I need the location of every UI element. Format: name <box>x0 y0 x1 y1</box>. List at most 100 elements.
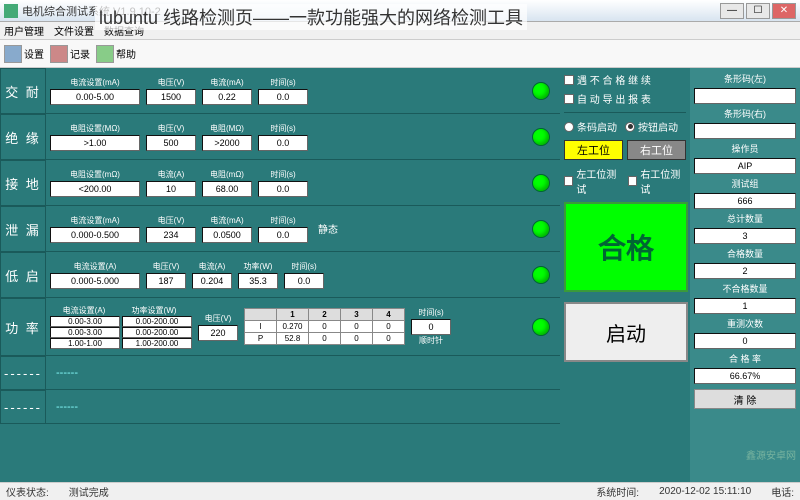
total-count <box>694 228 796 244</box>
test-labels-column: 交 耐 绝 缘 接 地 泄 漏 低 启 功 率 ------ ------ <box>0 68 46 482</box>
label-low-start: 低 启 <box>0 252 46 298</box>
maximize-button[interactable]: ☐ <box>746 3 770 19</box>
fail-count <box>694 298 796 314</box>
r6-i1: 0.270 <box>277 321 309 333</box>
app-icon <box>4 4 18 18</box>
status-state: 测试完成 <box>69 484 109 499</box>
radio-button[interactable]: 按钮启动 <box>625 119 678 134</box>
r1-volt[interactable] <box>146 89 196 105</box>
r6-s1b[interactable] <box>122 316 192 327</box>
r3-res[interactable] <box>202 181 252 197</box>
label-ac-withstand: 交 耐 <box>0 68 46 114</box>
r3-curr[interactable] <box>146 181 196 197</box>
barcode-left-input[interactable] <box>694 88 796 104</box>
r1-led <box>532 82 550 100</box>
status-state-lbl: 仪表状态: <box>6 484 49 499</box>
r4-volt-lbl: 电压(V) <box>158 215 185 226</box>
r6-s2b[interactable] <box>122 327 192 338</box>
menu-file[interactable]: 文件设置 <box>54 23 94 38</box>
settings-icon[interactable] <box>4 45 22 63</box>
r3-resset[interactable] <box>50 181 140 197</box>
radio-icon[interactable] <box>625 122 635 132</box>
r5-curr[interactable] <box>192 273 232 289</box>
r1-currset[interactable] <box>50 89 140 105</box>
r6-s3b[interactable] <box>122 338 192 349</box>
r4-led <box>532 220 550 238</box>
r2-resset[interactable] <box>50 135 140 151</box>
r1-volt-lbl: 电压(V) <box>158 77 185 88</box>
r5-time[interactable] <box>284 273 324 289</box>
tot-lbl: 总计数量 <box>694 212 796 225</box>
r2-resset-lbl: 电阻设置(MΩ) <box>70 123 120 134</box>
radio-barcode[interactable]: 条码启动 <box>564 119 617 134</box>
right-column: 遇 不 合 格 继 续 自 动 导 出 报 表 条码启动 按钮启动 左工位 右工… <box>560 68 800 482</box>
tb-help[interactable]: 帮助 <box>116 46 136 61</box>
r6-s3a[interactable] <box>50 338 120 349</box>
row-ground: 电阻设置(mΩ) 电流(A) 电阻(mΩ) 时间(s) <box>46 160 560 206</box>
r6-s1a[interactable] <box>50 316 120 327</box>
checkbox-icon[interactable] <box>628 176 637 186</box>
r1-time[interactable] <box>258 89 308 105</box>
radio-icon[interactable] <box>564 122 574 132</box>
station-left-button[interactable]: 左工位 <box>564 140 623 160</box>
station-right-button[interactable]: 右工位 <box>627 140 686 160</box>
r6-volt[interactable] <box>198 325 238 341</box>
status-tel-lbl: 电话: <box>771 484 794 499</box>
label-empty1: ------ <box>0 356 46 390</box>
checkbox-icon[interactable] <box>564 94 574 104</box>
chk-export[interactable]: 自 动 导 出 报 表 <box>564 91 686 106</box>
start-button[interactable]: 启动 <box>564 302 688 362</box>
r2-time[interactable] <box>258 135 308 151</box>
toolbar: 设置 记录 帮助 <box>0 40 800 68</box>
r3-time[interactable] <box>258 181 308 197</box>
r4-curr[interactable] <box>202 227 252 243</box>
close-button[interactable]: ✕ <box>772 3 796 19</box>
chk-continue[interactable]: 遇 不 合 格 继 续 <box>564 72 686 87</box>
bcR-lbl: 条形码(右) <box>694 107 796 120</box>
status-time-lbl: 系统时间: <box>596 484 639 499</box>
r6-time[interactable] <box>411 319 451 335</box>
r2-volt-lbl: 电压(V) <box>158 123 185 134</box>
r3-res-lbl: 电阻(mΩ) <box>210 169 244 180</box>
r4-currset[interactable] <box>50 227 140 243</box>
r6-table-wrap: 1234 I0.270000 P52.8000 <box>244 308 405 345</box>
menu-user[interactable]: 用户管理 <box>4 23 44 38</box>
r4-time[interactable] <box>258 227 308 243</box>
chk-left-test[interactable]: 左工位测试 <box>564 166 622 196</box>
r5-pow[interactable] <box>238 273 278 289</box>
tb-record[interactable]: 记录 <box>70 46 90 61</box>
test-group-input[interactable] <box>694 193 796 209</box>
row-power: 电流设置(A)功率设置(W) 电压(V) 1234 I0.270000 P52.… <box>46 298 560 356</box>
r6-dir: 顺时针 <box>419 335 443 346</box>
r5-currset[interactable] <box>50 273 140 289</box>
r4-volt[interactable] <box>146 227 196 243</box>
tb-settings[interactable]: 设置 <box>24 46 44 61</box>
label-power: 功 率 <box>0 298 46 356</box>
retest-count <box>694 333 796 349</box>
help-icon[interactable] <box>96 45 114 63</box>
r4-currset-lbl: 电流设置(mA) <box>70 215 119 226</box>
chk-right-test[interactable]: 右工位测试 <box>628 166 686 196</box>
r6-s2a[interactable] <box>50 327 120 338</box>
minimize-button[interactable]: — <box>720 3 744 19</box>
r6-volt-lbl: 电压(V) <box>205 313 232 324</box>
label-insulation: 绝 缘 <box>0 114 46 160</box>
r2-volt[interactable] <box>146 135 196 151</box>
r2-res[interactable] <box>202 135 252 151</box>
barcode-right-input[interactable] <box>694 123 796 139</box>
r3-resset-lbl: 电阻设置(mΩ) <box>70 169 120 180</box>
op-lbl: 操作员 <box>694 142 796 155</box>
row-empty2: ------ <box>46 390 560 424</box>
checkbox-icon[interactable] <box>564 176 573 186</box>
r3-curr-lbl: 电流(A) <box>158 169 185 180</box>
r2-led <box>532 128 550 146</box>
r5-volt-lbl: 电压(V) <box>153 261 180 272</box>
pass-count <box>694 263 796 279</box>
record-icon[interactable] <box>50 45 68 63</box>
clear-button[interactable]: 清 除 <box>694 389 796 409</box>
r1-curr[interactable] <box>202 89 252 105</box>
r5-volt[interactable] <box>146 273 186 289</box>
operator-input[interactable] <box>694 158 796 174</box>
r4-static: 静态 <box>318 221 338 236</box>
checkbox-icon[interactable] <box>564 75 574 85</box>
